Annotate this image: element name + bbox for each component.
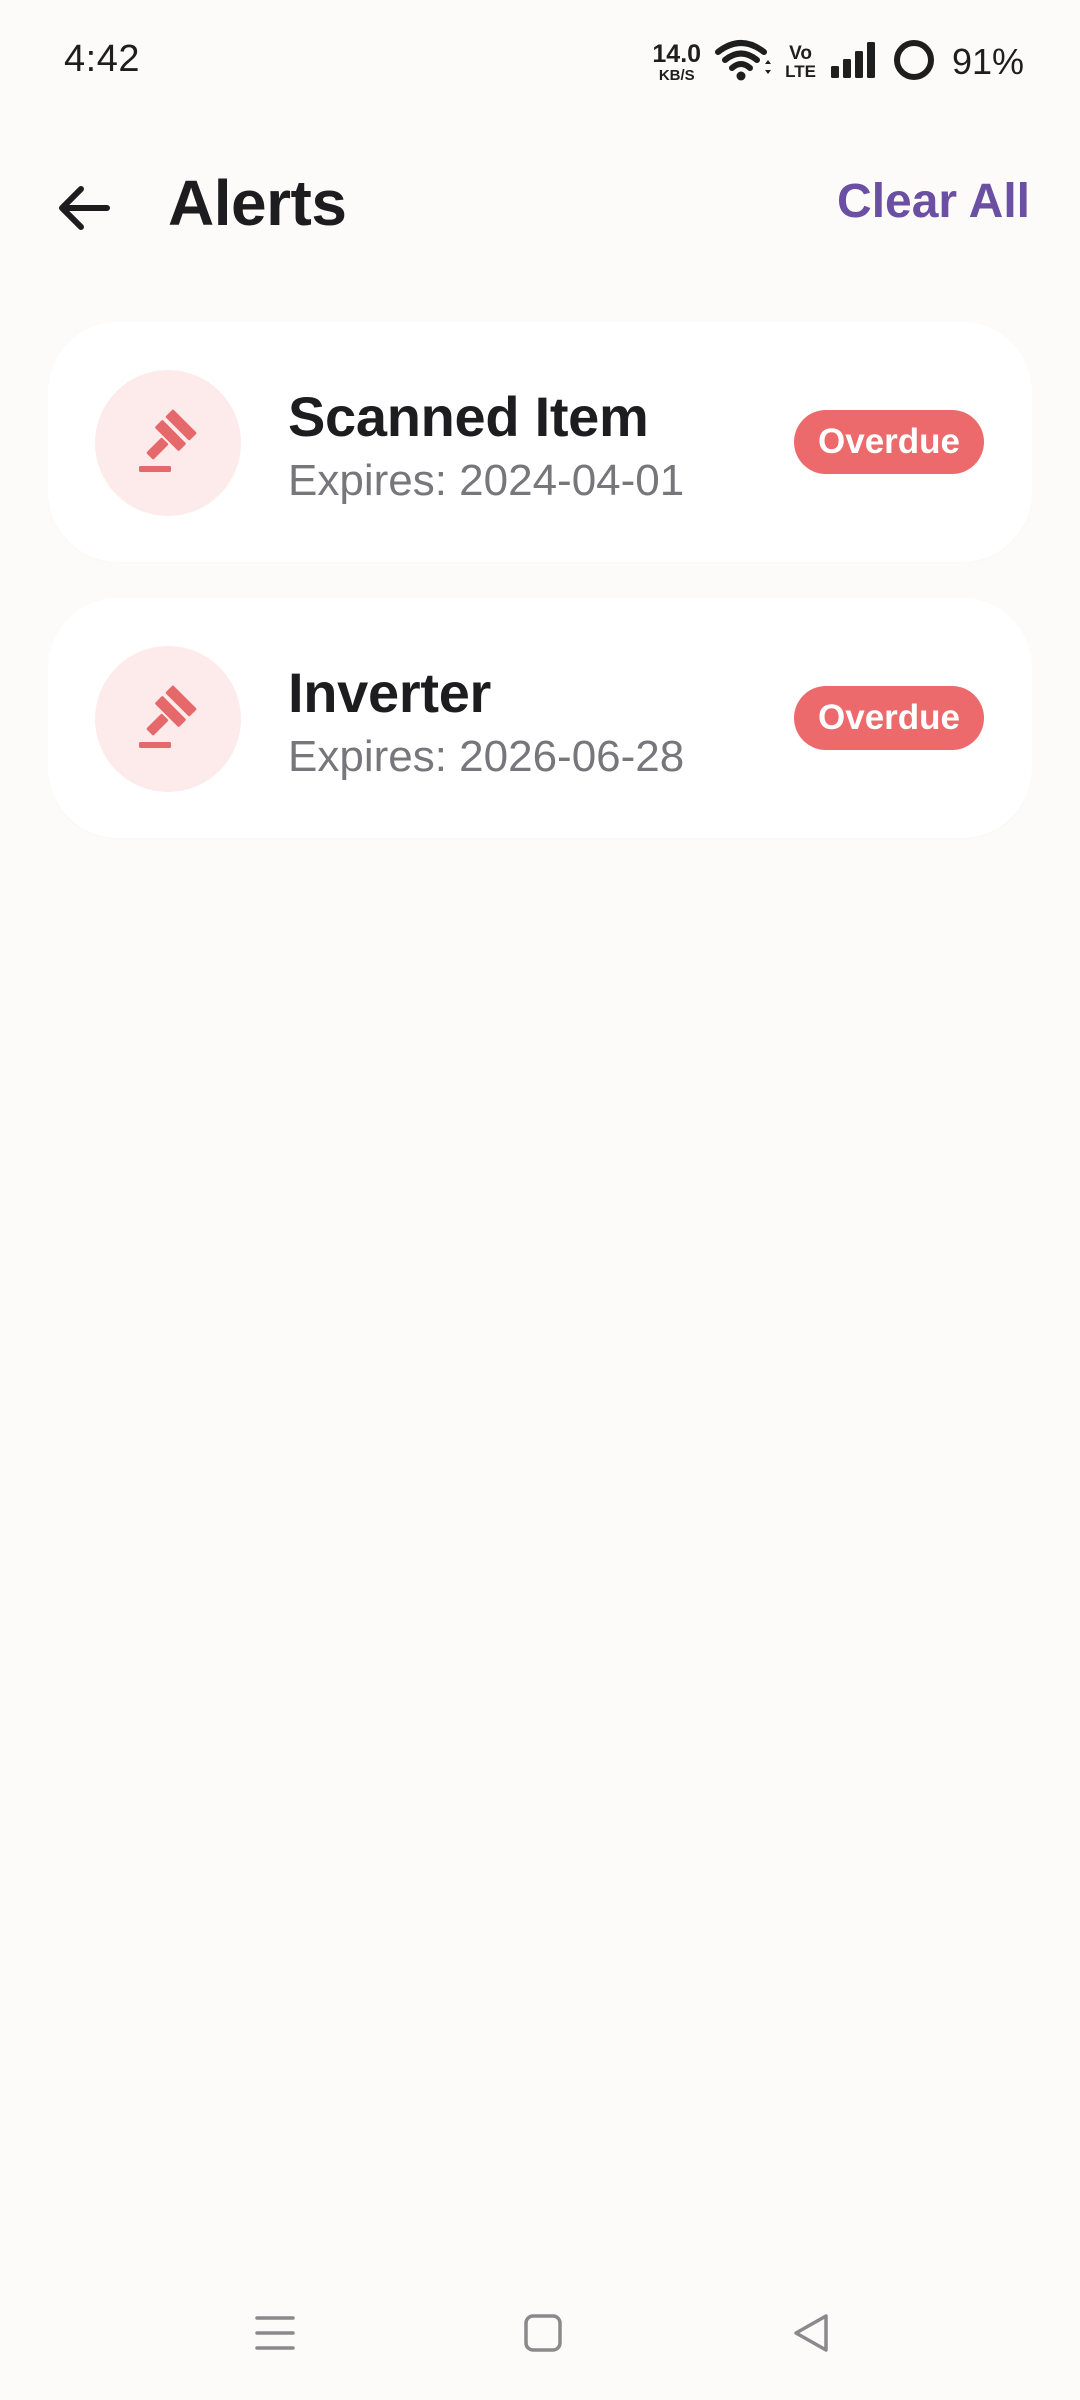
home-button[interactable] — [508, 2300, 578, 2370]
alert-card[interactable]: Scanned Item Expires: 2024-04-01 Overdue — [48, 322, 1032, 562]
alert-item-name: Inverter — [288, 661, 492, 724]
volte-bottom: LTE — [785, 62, 816, 81]
back-button[interactable] — [44, 170, 124, 250]
page-title: Alerts — [168, 167, 347, 239]
home-icon — [522, 2312, 564, 2359]
alert-icon-container — [95, 370, 241, 516]
recent-apps-button[interactable] — [240, 2300, 310, 2370]
volte-indicator: Vo LTE — [785, 44, 816, 80]
system-back-button[interactable] — [776, 2300, 846, 2370]
status-badge: Overdue — [794, 410, 984, 474]
alert-expiry-date: Expires: 2024-04-01 — [288, 456, 685, 505]
status-bar: 4:42 14.0 KB/S Vo LTE 91% — [0, 0, 1080, 120]
clear-all-button[interactable]: Clear All — [837, 174, 1030, 229]
screen: 4:42 14.0 KB/S Vo LTE 91% Alerts Clear A… — [0, 0, 1080, 2400]
status-badge: Overdue — [794, 686, 984, 750]
battery-percent: 91% — [951, 41, 1024, 82]
battery-ring-icon — [892, 38, 936, 87]
status-time: 4:42 — [64, 38, 140, 80]
status-icons: 14.0 KB/S Vo LTE 91% — [652, 36, 1024, 88]
gavel-icon — [133, 406, 203, 481]
gavel-icon — [133, 682, 203, 757]
signal-icon — [830, 40, 878, 85]
network-speed: 14.0 KB/S — [652, 39, 702, 84]
back-triangle-icon — [790, 2312, 832, 2359]
alert-list: Scanned Item Expires: 2024-04-01 Overdue — [48, 322, 1032, 874]
wifi-icon — [715, 38, 772, 87]
app-header: Alerts Clear All — [0, 150, 1080, 260]
network-speed-value: 14.0 — [652, 39, 702, 68]
system-nav-bar — [0, 2290, 1080, 2380]
volte-top: Vo — [789, 43, 812, 64]
alert-item-name: Scanned Item — [288, 385, 649, 448]
alert-card[interactable]: Inverter Expires: 2026-06-28 Overdue — [48, 598, 1032, 838]
alert-expiry-date: Expires: 2026-06-28 — [288, 732, 685, 781]
arrow-left-icon — [57, 183, 111, 238]
menu-icon — [253, 2313, 297, 2358]
network-speed-unit: KB/S — [658, 66, 695, 84]
alert-icon-container — [95, 646, 241, 792]
